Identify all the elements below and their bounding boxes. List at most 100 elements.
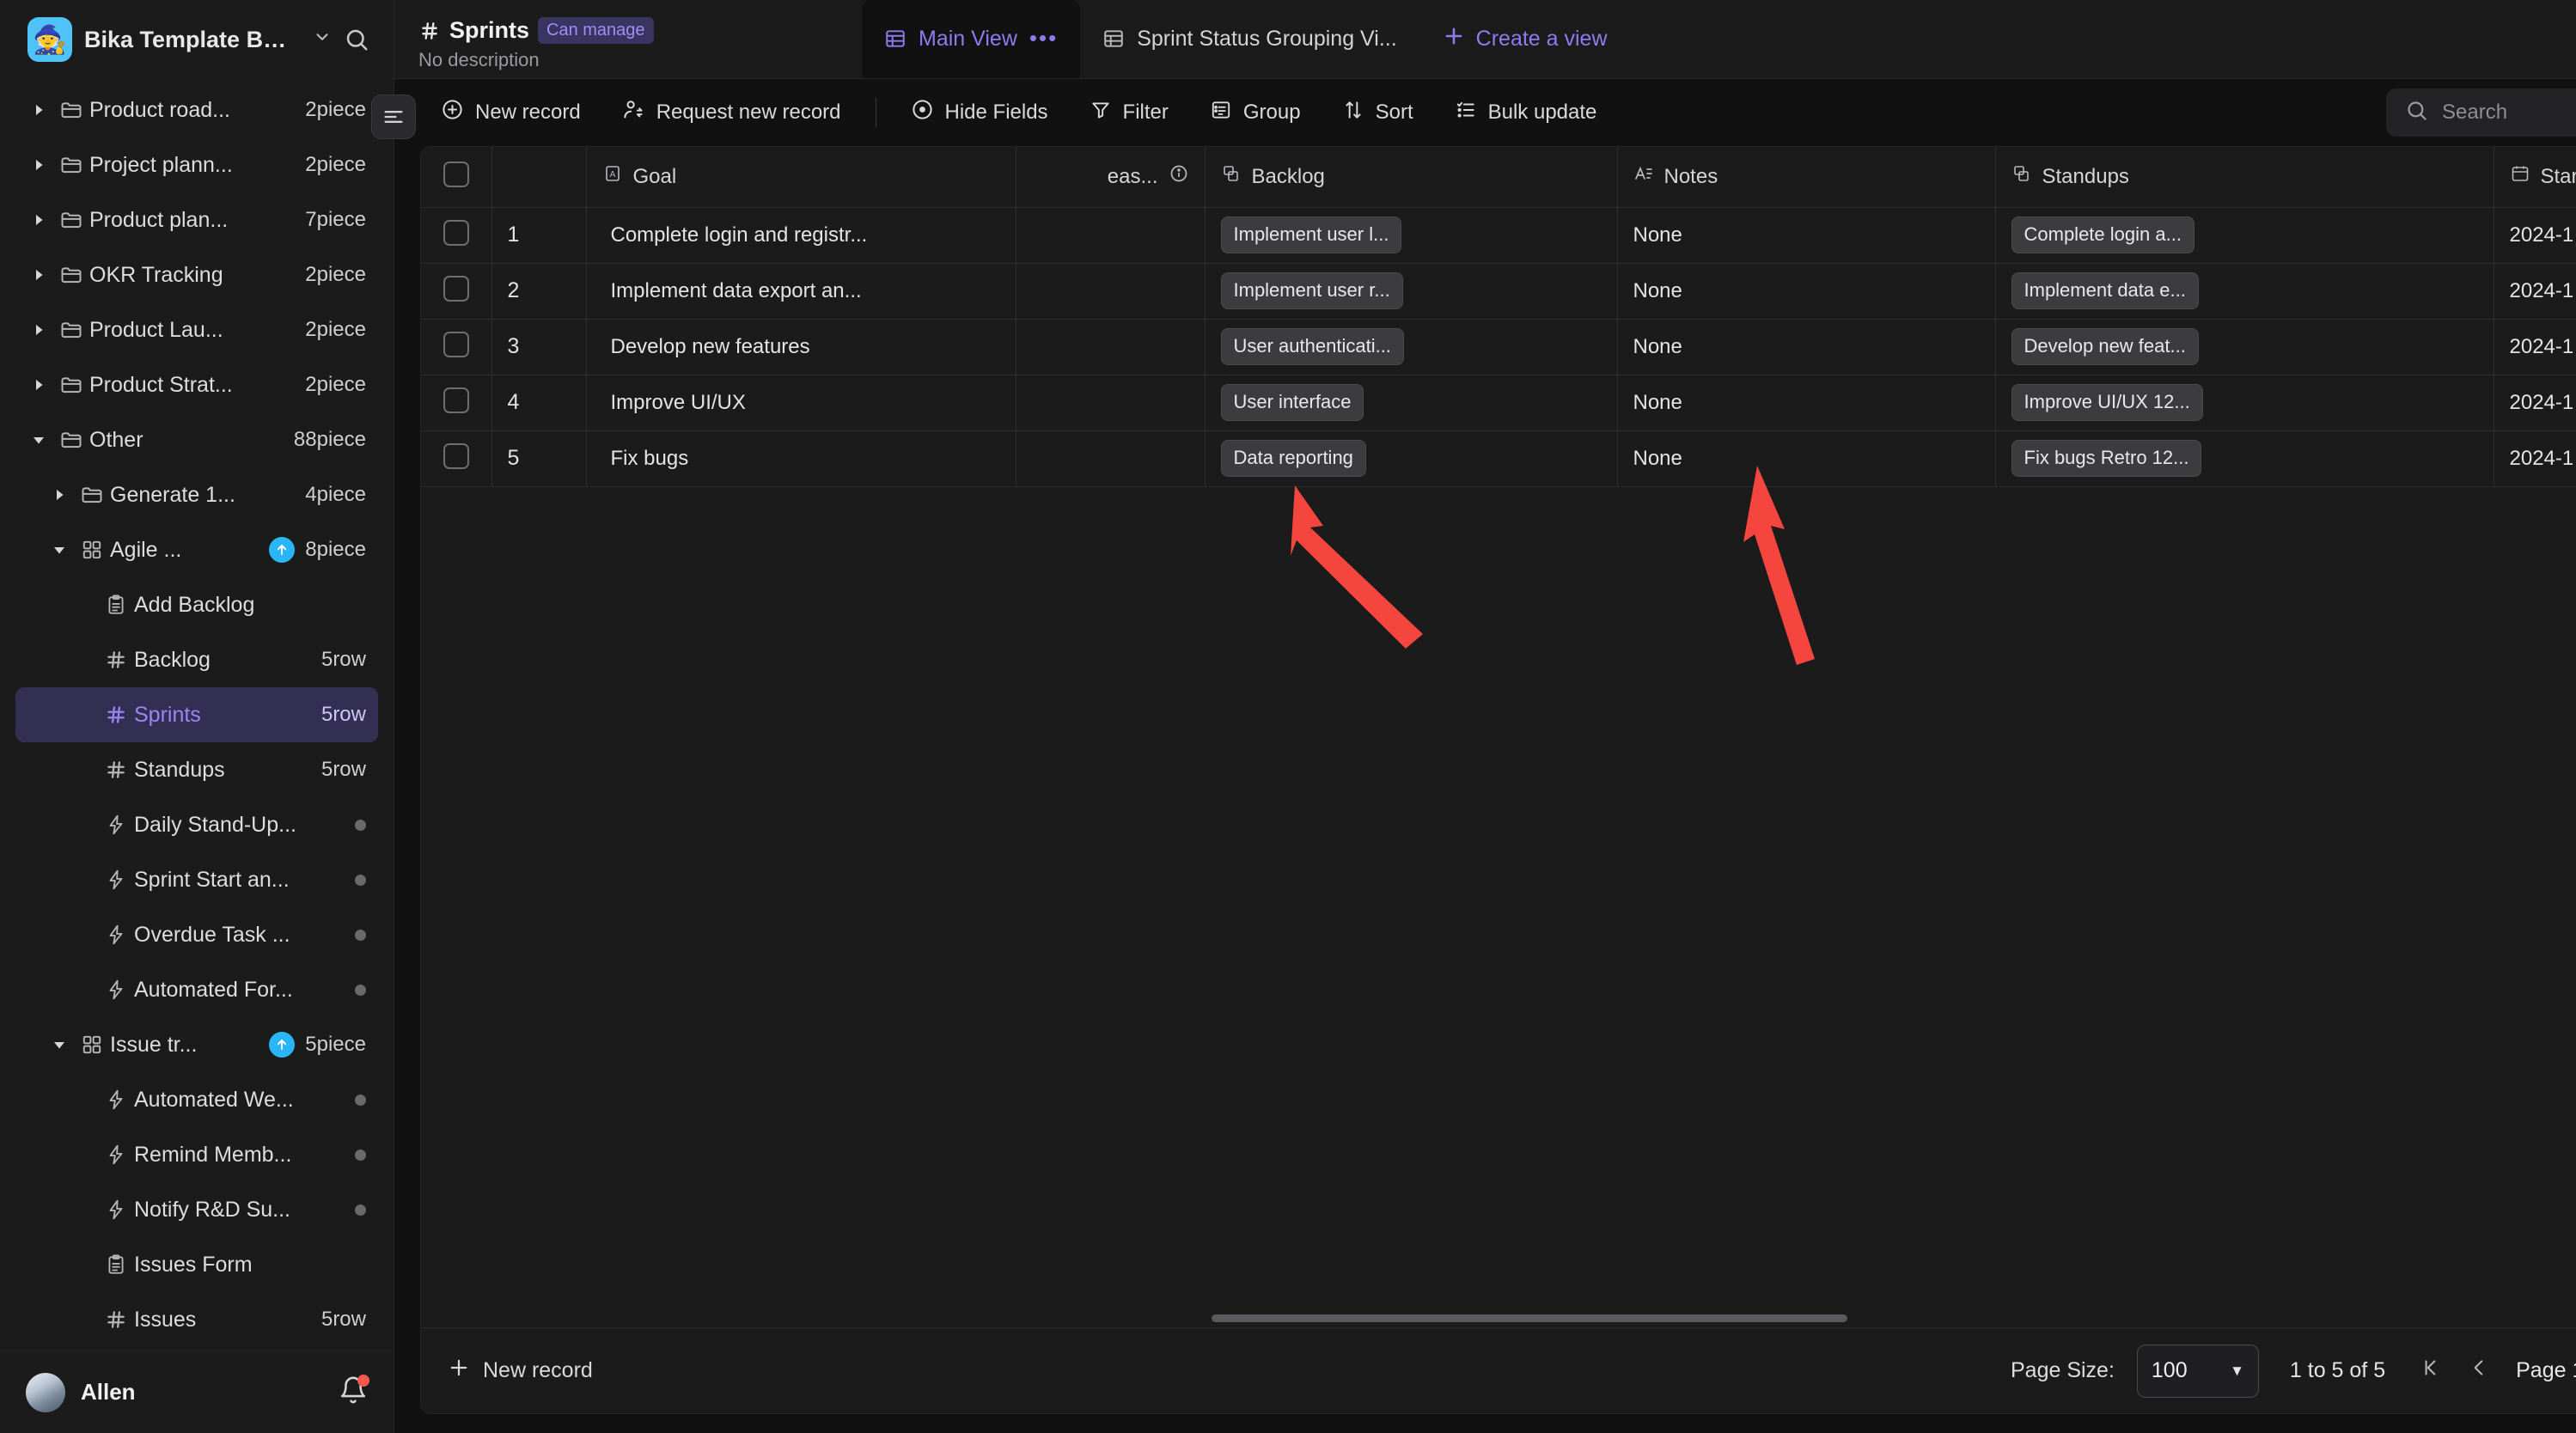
search-input[interactable]: Search	[2386, 88, 2576, 137]
table-row[interactable]: 4 Improve UI/UX User interface None Improve …	[421, 375, 2576, 431]
sidebar-item-product-plan[interactable]: Product plan... 7piece	[15, 192, 378, 247]
cell-backlog[interactable]: Data reporting	[1205, 430, 1618, 487]
link-chip[interactable]: Data reporting	[1220, 440, 1366, 477]
sort-button[interactable]: Sort	[1322, 90, 1434, 135]
cell-goal[interactable]: Develop new features	[586, 319, 1016, 375]
cell-standups[interactable]: Complete login a...	[1995, 207, 2494, 264]
checkbox-icon[interactable]	[443, 276, 469, 302]
filter-button[interactable]: Filter	[1069, 90, 1189, 135]
link-chip[interactable]: Develop new feat...	[2011, 328, 2199, 365]
table-row[interactable]: 3 Develop new features User authenticati..…	[421, 319, 2576, 375]
horizontal-scrollbar[interactable]	[421, 1308, 2576, 1327]
sidebar-item-automated-we[interactable]: Automated We...	[15, 1072, 378, 1127]
chevron-down-icon[interactable]	[313, 27, 332, 52]
sidebar-item-remind-memb[interactable]: Remind Memb...	[15, 1127, 378, 1182]
bell-icon[interactable]	[339, 1375, 369, 1409]
column-standups[interactable]: Standups	[1995, 147, 2494, 208]
horizontal-scrollbar-thumb[interactable]	[1212, 1314, 1847, 1322]
sidebar-item-agile[interactable]: Agile ... 8piece	[15, 522, 378, 577]
row-checkbox-cell[interactable]	[421, 375, 492, 431]
cell-standups[interactable]: Develop new feat...	[1995, 319, 2494, 375]
sidebar-item-overdue-task[interactable]: Overdue Task ...	[15, 907, 378, 962]
triangle-right-icon[interactable]	[24, 157, 53, 173]
sidebar-item-backlog[interactable]: Backlog 5row	[15, 632, 378, 687]
cell-backlog[interactable]: Implement user r...	[1205, 263, 1618, 320]
cell-measurement[interactable]	[1016, 207, 1206, 264]
triangle-right-icon[interactable]	[24, 212, 53, 228]
sidebar-item-issue-tr[interactable]: Issue tr... 5piece	[15, 1017, 378, 1072]
sidebar-user-bar[interactable]: Allen	[0, 1351, 394, 1433]
table-row[interactable]: 1 Complete login and registr... Implement …	[421, 207, 2576, 264]
page-size-select[interactable]: 100 ▼	[2136, 1344, 2259, 1398]
cell-notes[interactable]: None	[1617, 207, 1996, 264]
search-icon[interactable]	[344, 27, 369, 52]
bulk-update-button[interactable]: Bulk update	[1434, 90, 1618, 135]
triangle-right-icon[interactable]	[45, 487, 74, 503]
link-chip[interactable]: User authenticati...	[1220, 328, 1404, 365]
triangle-right-icon[interactable]	[24, 322, 53, 338]
cell-goal[interactable]: Fix bugs	[586, 430, 1016, 487]
cell-start-date[interactable]: 2024-1	[2494, 319, 2576, 375]
triangle-down-icon[interactable]	[24, 432, 53, 448]
sidebar-item-sprints[interactable]: Sprints 5row	[15, 687, 378, 742]
column-measurement[interactable]: eas...	[1016, 147, 1206, 208]
request-new-record-button[interactable]: Request new record	[601, 90, 862, 135]
sidebar-item-project-plann[interactable]: Project plann... 2piece	[15, 137, 378, 192]
tab-sprint-status-grouping-view[interactable]: Sprint Status Grouping Vi...	[1080, 0, 1419, 78]
triangle-down-icon[interactable]	[45, 542, 74, 558]
triangle-right-icon[interactable]	[24, 267, 53, 283]
prev-page-icon[interactable]	[2468, 1357, 2490, 1385]
sidebar-item-issues-form[interactable]: Issues Form	[15, 1237, 378, 1292]
cell-start-date[interactable]: 2024-1	[2494, 375, 2576, 431]
checkbox-icon[interactable]	[443, 387, 469, 413]
create-view-button[interactable]: Create a view	[1419, 24, 1630, 54]
link-chip[interactable]: Fix bugs Retro 12...	[2011, 440, 2202, 477]
row-checkbox-cell[interactable]	[421, 430, 492, 487]
sidebar-item-other[interactable]: Other 88piece	[15, 412, 378, 467]
checkbox-icon[interactable]	[443, 220, 469, 246]
link-chip[interactable]: Implement user r...	[1220, 272, 1403, 309]
cell-start-date[interactable]: 2024-1	[2494, 207, 2576, 264]
link-chip[interactable]: Complete login a...	[2011, 216, 2194, 253]
sidebar-item-add-backlog[interactable]: Add Backlog	[15, 577, 378, 632]
sidebar-item-automated-for[interactable]: Automated For...	[15, 962, 378, 1017]
link-chip[interactable]: Improve UI/UX 12...	[2011, 384, 2203, 421]
cell-goal[interactable]: Implement data export an...	[586, 263, 1016, 320]
cell-notes[interactable]: None	[1617, 430, 1996, 487]
column-notes[interactable]: Notes	[1617, 147, 1996, 208]
sidebar-item-product-lau[interactable]: Product Lau... 2piece	[15, 302, 378, 357]
column-start-date[interactable]: Star	[2494, 147, 2576, 208]
column-backlog[interactable]: Backlog	[1205, 147, 1618, 208]
cell-measurement[interactable]	[1016, 430, 1206, 487]
hide-fields-button[interactable]: Hide Fields	[890, 90, 1069, 135]
tab-main-view[interactable]: Main View •••	[862, 0, 1081, 78]
table-row[interactable]: 5 Fix bugs Data reporting None Fix bugs Retr…	[421, 430, 2576, 487]
cell-notes[interactable]: None	[1617, 263, 1996, 320]
row-checkbox-cell[interactable]	[421, 263, 492, 320]
upgrade-badge-icon[interactable]	[269, 1032, 296, 1058]
sidebar-item-generate-1[interactable]: Generate 1... 4piece	[15, 467, 378, 522]
sidebar-item-product-strat[interactable]: Product Strat... 2piece	[15, 357, 378, 412]
cell-notes[interactable]: None	[1617, 319, 1996, 375]
cell-standups[interactable]: Improve UI/UX 12...	[1995, 375, 2494, 431]
column-goal[interactable]: A Goal	[586, 147, 1016, 208]
checkbox-icon[interactable]	[443, 332, 469, 357]
column-select-all[interactable]	[421, 147, 492, 208]
cell-standups[interactable]: Implement data e...	[1995, 263, 2494, 320]
cell-backlog[interactable]: User authenticati...	[1205, 319, 1618, 375]
workspace-header[interactable]: 🧙 Bika Template Buil...	[0, 0, 394, 79]
sidebar-item-okr-tracking[interactable]: OKR Tracking 2piece	[15, 247, 378, 302]
sidebar-item-product-road[interactable]: Product road... 2piece	[15, 82, 378, 137]
link-chip[interactable]: Implement data e...	[2011, 272, 2199, 309]
cell-notes[interactable]: None	[1617, 375, 1996, 431]
sidebar-item-notify-r-d-su[interactable]: Notify R&D Su...	[15, 1182, 378, 1237]
collapse-sidebar-button[interactable]	[371, 95, 416, 139]
cell-start-date[interactable]: 2024-1	[2494, 263, 2576, 320]
triangle-right-icon[interactable]	[24, 102, 53, 118]
cell-backlog[interactable]: Implement user l...	[1205, 207, 1618, 264]
checkbox-icon[interactable]	[443, 443, 469, 469]
cell-measurement[interactable]	[1016, 375, 1206, 431]
cell-goal[interactable]: Complete login and registr...	[586, 207, 1016, 264]
checkbox-icon[interactable]	[443, 162, 469, 188]
table-row[interactable]: 2 Implement data export an... Implement us…	[421, 263, 2576, 320]
